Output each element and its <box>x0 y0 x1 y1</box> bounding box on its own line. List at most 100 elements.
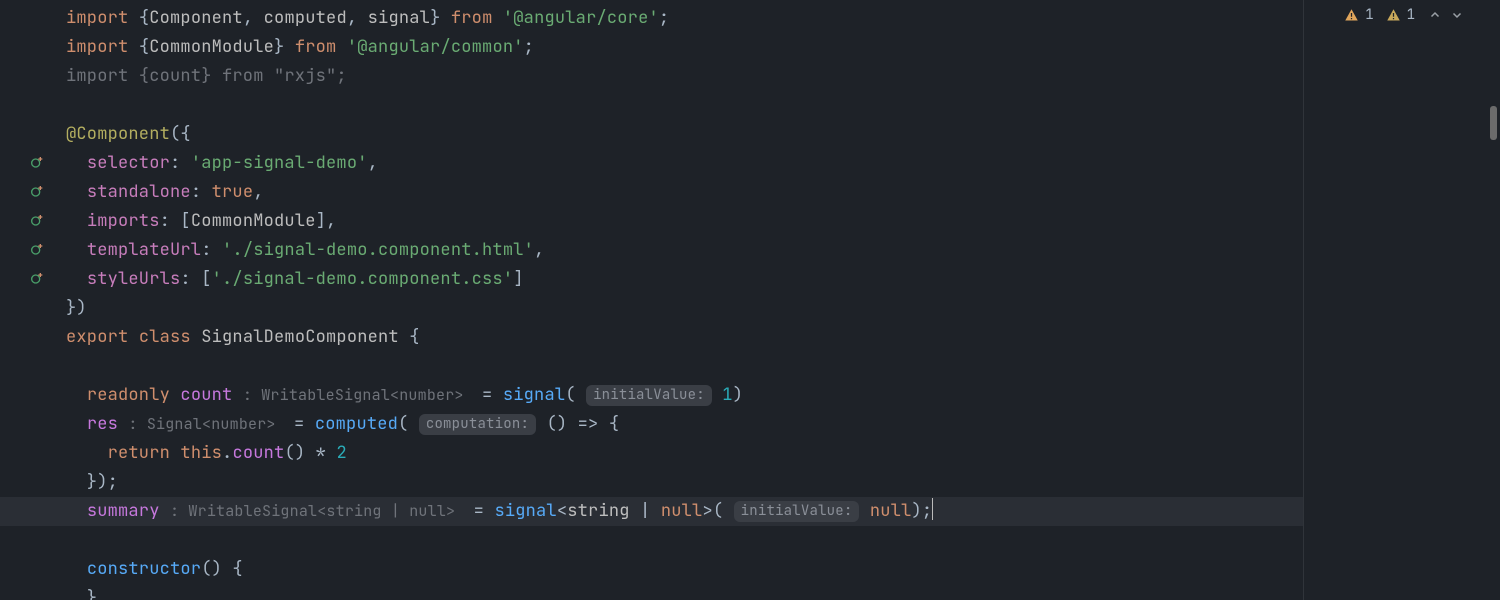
token: from <box>451 7 503 29</box>
code-line[interactable]: } <box>66 584 933 600</box>
code-line[interactable] <box>66 91 933 120</box>
code-line[interactable]: imports: [CommonModule], <box>66 207 933 236</box>
token <box>66 268 87 290</box>
token: , <box>368 152 378 174</box>
token: () { <box>201 558 243 580</box>
code-line[interactable]: res : Signal<number> = computed( computa… <box>66 410 933 439</box>
token: : <box>201 239 222 261</box>
token: CommonModule <box>149 36 274 58</box>
token: } <box>274 36 295 58</box>
token: count <box>180 384 242 406</box>
code-line[interactable]: }); <box>66 468 933 497</box>
usage-indicator-icon[interactable] <box>26 153 48 173</box>
token: , <box>347 7 368 29</box>
token: : [ <box>180 268 211 290</box>
token: import <box>66 7 139 29</box>
token: imports <box>87 210 160 232</box>
token: 'app-signal-demo' <box>191 152 368 174</box>
token: return <box>108 442 181 464</box>
token: standalone <box>87 181 191 203</box>
token: | <box>630 500 661 522</box>
code-line[interactable]: import {Component, computed, signal} fro… <box>66 4 933 33</box>
token: signal <box>368 7 430 29</box>
code-line[interactable]: constructor() { <box>66 555 933 584</box>
code-line[interactable]: @Component({ <box>66 120 933 149</box>
token: ({ <box>170 123 191 145</box>
token: { <box>409 326 419 348</box>
usage-indicator-icon[interactable] <box>26 269 48 289</box>
token <box>66 210 87 232</box>
code-line[interactable]: export class SignalDemoComponent { <box>66 323 933 352</box>
token: summary <box>87 500 170 522</box>
token: , <box>253 181 263 203</box>
right-rail: 1 1 <box>1304 0 1500 600</box>
token <box>66 384 87 406</box>
code-line[interactable]: readonly count : WritableSignal<number> … <box>66 381 933 410</box>
code-line[interactable]: styleUrls: ['./signal-demo.component.css… <box>66 265 933 294</box>
code-line[interactable]: standalone: true, <box>66 178 933 207</box>
token <box>859 500 869 522</box>
text-caret <box>932 498 933 520</box>
code-line[interactable] <box>66 352 933 381</box>
code-line[interactable]: templateUrl: './signal-demo.component.ht… <box>66 236 933 265</box>
token: null <box>661 500 703 522</box>
token: = <box>294 413 315 435</box>
warning-triangle-icon <box>1344 8 1359 23</box>
token: signal <box>503 384 565 406</box>
token <box>66 413 87 435</box>
scrollbar-thumb[interactable] <box>1490 106 1497 140</box>
inspection-summary[interactable]: 1 1 <box>1344 6 1465 24</box>
token: , <box>534 239 544 261</box>
token: class <box>139 326 201 348</box>
token: string <box>567 500 629 522</box>
code-line[interactable]: selector: 'app-signal-demo', <box>66 149 933 178</box>
token: import <box>66 36 139 58</box>
token: export <box>66 326 139 348</box>
token: }); <box>66 471 118 493</box>
token: true <box>212 181 254 203</box>
next-highlight-icon[interactable] <box>1449 7 1465 23</box>
code-line[interactable]: import {count} from "rxjs"; <box>66 62 933 91</box>
usage-indicator-icon[interactable] <box>26 182 48 202</box>
token: from <box>295 36 347 58</box>
code-editor[interactable]: import { Component, computed, signal} fro… <box>0 0 1304 600</box>
token <box>66 239 87 261</box>
warning-count-2: 1 <box>1407 6 1415 24</box>
token: () * <box>284 442 336 464</box>
code-line[interactable]: import {CommonModule} from '@angular/com… <box>66 33 933 62</box>
token: import {count} from "rxjs"; <box>66 65 347 87</box>
token: SignalDemoComponent <box>201 326 409 348</box>
token: constructor <box>87 558 201 580</box>
code-line[interactable]: return this.count() * 2 <box>66 439 933 468</box>
token <box>66 152 87 174</box>
previous-highlight-icon[interactable] <box>1427 7 1443 23</box>
token: null <box>870 500 912 522</box>
code-line[interactable] <box>66 526 933 555</box>
inline-hint: computation: <box>419 414 536 435</box>
code-line[interactable]: }) <box>66 294 933 323</box>
token: computed <box>315 413 398 435</box>
token <box>712 384 722 406</box>
token: Component <box>149 7 243 29</box>
token: ); <box>912 500 933 522</box>
token: , <box>243 7 264 29</box>
token: } <box>430 7 451 29</box>
token: count <box>232 442 284 464</box>
token <box>66 442 108 464</box>
token: selector <box>87 152 170 174</box>
usage-indicator-icon[interactable] <box>26 211 48 231</box>
code-line[interactable]: summary : WritableSignal<string | null> … <box>66 497 933 526</box>
token: : WritableSignal<number> <box>243 385 482 405</box>
token: res <box>87 413 129 435</box>
token: 2 <box>336 442 346 464</box>
editor-scrollbar[interactable] <box>1487 34 1497 554</box>
token <box>66 558 87 580</box>
token: 1 <box>722 384 732 406</box>
usage-indicator-icon[interactable] <box>26 240 48 260</box>
code-content[interactable]: import { Component, computed, signal} fro… <box>66 4 933 600</box>
token <box>66 181 87 203</box>
token: '@angular/common' <box>347 36 524 58</box>
inline-hint: initialValue: <box>734 501 860 522</box>
token: ( <box>398 413 419 435</box>
token: '@angular/core' <box>503 7 659 29</box>
